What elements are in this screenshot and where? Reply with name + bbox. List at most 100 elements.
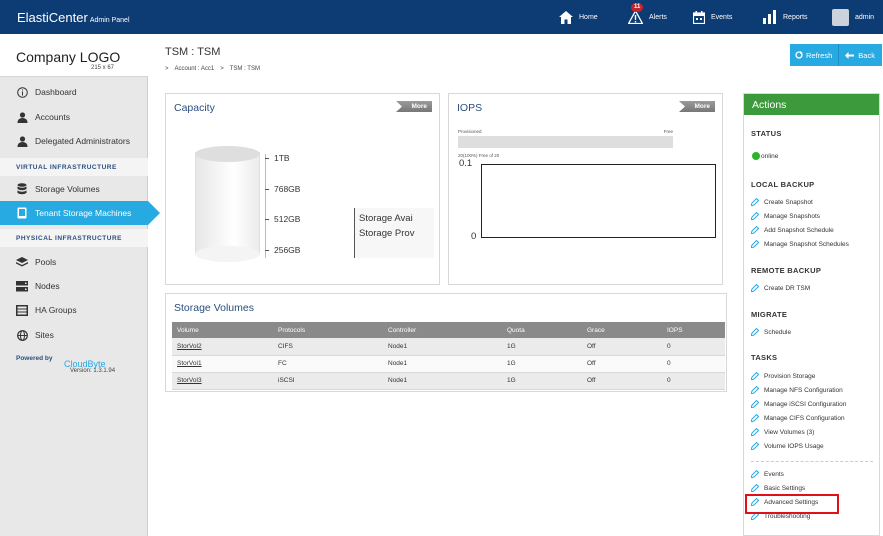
sidebar-item-label: Storage Volumes [35,184,100,194]
breadcrumb-account[interactable]: Account : Acc1 [175,66,215,72]
action-label: Create Snapshot [764,198,813,206]
sidebar-item-ha-groups[interactable]: HA Groups [0,298,148,322]
controller-cell: Node1 [383,372,502,390]
action-manage-nfs-configuration[interactable]: Manage NFS Configuration [751,386,843,394]
iops-more-button[interactable]: More [679,101,715,112]
controller-cell: Node1 [383,355,502,373]
action-label: Events [764,470,784,478]
action-manage-cifs-configuration[interactable]: Manage CIFS Configuration [751,414,845,422]
sidebar-item-label: Nodes [35,281,60,291]
action-label: Manage Snapshots [764,212,821,220]
company-logo[interactable]: Company LOGO 215 x 67 [0,34,148,77]
pencil-icon [751,226,759,234]
action-schedule[interactable]: Schedule [751,328,791,336]
iops-title: IOPS [457,102,483,114]
brand-subtitle: Admin Panel [89,17,130,24]
sidebar-item-label: Tenant Storage Machines [35,208,132,218]
nav-home[interactable]: Home [559,6,598,28]
action-manage-iscsi-configuration[interactable]: Manage iSCSI Configuration [751,400,846,408]
sidebar-item-sites[interactable]: Sites [0,323,148,347]
nav-home-label: Home [579,13,598,21]
action-create-dr-tsm[interactable]: Create DR TSM [751,284,810,292]
action-label: Manage CIFS Configuration [764,414,845,422]
sidebar-item-delegated-administrators[interactable]: Delegated Administrators [0,129,148,153]
iops-chart-area [481,164,716,238]
iops-usage-bar [458,136,673,148]
action-volume-iops-usage[interactable]: Volume IOPS Usage [751,442,824,450]
table-row: StorVol2 CIFS Node1 1G Off 0 [172,338,725,356]
nav-alerts[interactable]: 11 Alerts [628,3,667,28]
column-header[interactable]: Controller [383,322,502,338]
back-button[interactable]: Back [838,44,875,66]
nav-events[interactable]: Events [693,6,732,28]
capacity-cylinder-top [195,146,260,162]
pencil-icon [751,328,759,336]
avatar [832,8,849,26]
breadcrumb-tsm[interactable]: TSM : TSM [230,66,260,72]
sidebar-item-dashboard[interactable]: Dashboard [0,80,148,104]
header-actions: Refresh Back [790,44,882,66]
action-label: Schedule [764,328,792,336]
action-label: Create DR TSM [764,284,811,292]
action-manage-snapshot-schedules[interactable]: Manage Snapshot Schedules [751,240,849,248]
table-header-row: Volume Protocols Controller Quota Grace … [172,322,725,338]
volume-cell: StorVol1 [172,355,273,373]
nav-user-menu[interactable]: admin [832,6,874,28]
pencil-icon [751,442,759,450]
grace-cell: Off [582,372,662,390]
iops-panel: IOPS More Provisioned Free 20(100%) Free… [448,93,723,285]
page-title: TSM : TSM [165,46,221,58]
legend-storage-available: Storage Avai [359,213,413,224]
capacity-cylinder [195,152,260,254]
action-provision-storage[interactable]: Provision Storage [751,372,815,380]
refresh-label: Refresh [806,50,833,60]
sidebar-item-tenant-storage-machines[interactable]: Tenant Storage Machines [0,201,148,225]
sidebar-item-label: Delegated Administrators [35,136,130,146]
back-arrow-icon [845,51,855,59]
nav-reports[interactable]: Reports [763,6,808,28]
version-label: Version: 1.3.1.94 [70,368,116,374]
refresh-icon [795,51,803,59]
pencil-icon [751,470,759,478]
volume-link[interactable]: StorVol3 [177,377,202,384]
action-add-snapshot-schedule[interactable]: Add Snapshot Schedule [751,226,834,234]
pencil-icon [751,198,759,206]
volume-link[interactable]: StorVol2 [177,343,202,350]
action-basic-settings[interactable]: Basic Settings [751,484,805,492]
volume-link[interactable]: StorVol1 [177,360,202,367]
sidebar-item-pools[interactable]: Pools [0,250,148,274]
capacity-more-button[interactable]: More [396,101,432,112]
action-create-snapshot[interactable]: Create Snapshot [751,198,813,206]
column-header[interactable]: Grace [582,322,662,338]
pencil-icon [751,414,759,422]
column-header[interactable]: IOPS [662,322,725,338]
column-header[interactable]: Volume [172,322,273,338]
grace-cell: Off [582,355,662,373]
sidebar-item-nodes[interactable]: Nodes [0,274,148,298]
section-physical-infrastructure: PHYSICAL INFRASTRUCTURE [0,229,148,247]
user-name: admin [855,13,875,21]
logo-size: 215 x 67 [91,65,115,71]
column-header[interactable]: Quota [502,322,582,338]
storage-volumes-table: Volume Protocols Controller Quota Grace … [172,322,725,390]
action-label: View Volumes (3) [764,428,815,436]
action-events[interactable]: Events [751,470,784,478]
action-view-volumes[interactable]: View Volumes (3) [751,428,814,436]
sidebar-item-accounts[interactable]: Accounts [0,105,148,129]
sidebar-item-storage-volumes[interactable]: Storage Volumes [0,177,148,201]
column-header[interactable]: Protocols [273,322,383,338]
nav-events-label: Events [711,13,733,21]
action-label: Basic Settings [764,484,806,492]
refresh-button[interactable]: Refresh [790,44,832,66]
app-brand[interactable]: ElastiCenter Admin Panel [17,10,130,25]
active-item-pointer [148,201,160,225]
sidebar: Company LOGO 215 x 67 Dashboard Accounts… [0,34,148,536]
quota-cell: 1G [502,338,582,356]
actions-divider [751,461,873,462]
remote-backup-heading: REMOTE BACKUP [751,266,822,275]
status-text: online [761,152,779,160]
action-manage-snapshots[interactable]: Manage Snapshots [751,212,820,220]
quota-cell: 1G [502,372,582,390]
breadcrumb-separator: > [165,66,169,72]
home-icon [559,10,573,24]
